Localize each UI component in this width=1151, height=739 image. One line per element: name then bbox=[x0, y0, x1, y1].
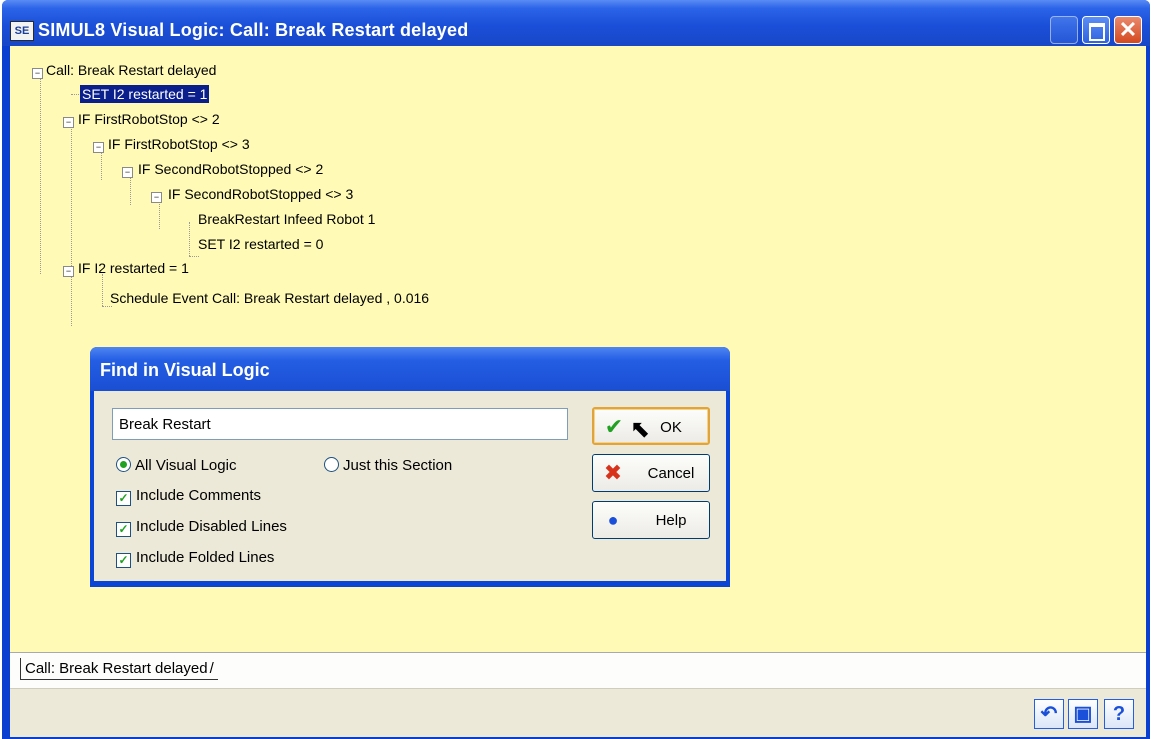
tree-connector bbox=[130, 175, 131, 205]
help-icon[interactable]: ? bbox=[1104, 699, 1134, 729]
info-icon: ● bbox=[607, 510, 619, 530]
tree-connector bbox=[101, 150, 102, 180]
checkmark-icon: ✓ bbox=[116, 522, 131, 537]
help-button[interactable]: ● Help bbox=[592, 501, 710, 539]
collapse-toggle[interactable]: − bbox=[63, 117, 74, 128]
include-folded-checkbox[interactable]: ✓ Include Folded Lines bbox=[116, 549, 274, 568]
ok-button[interactable]: ✔ ⬉ OK bbox=[592, 407, 710, 445]
radio-unselected-icon bbox=[324, 457, 339, 472]
tree-line[interactable]: Schedule Event Call: Break Restart delay… bbox=[108, 290, 431, 306]
title-bar[interactable]: SE SIMUL8 Visual Logic: Call: Break Rest… bbox=[2, 0, 1150, 46]
tree-line[interactable]: IF I2 restarted = 1 bbox=[76, 260, 191, 276]
collapse-toggle[interactable]: − bbox=[122, 167, 133, 178]
tree-line[interactable]: IF SecondRobotStopped <> 3 bbox=[166, 186, 355, 202]
scope-section-radio[interactable]: Just this Section bbox=[324, 457, 452, 474]
tree-line[interactable]: SET I2 restarted = 0 bbox=[196, 236, 325, 252]
tree-line[interactable]: BreakRestart Infeed Robot 1 bbox=[196, 211, 377, 227]
tree-connector bbox=[40, 74, 41, 274]
collapse-toggle[interactable]: − bbox=[63, 266, 74, 277]
image-tool-icon[interactable]: ▣ bbox=[1068, 699, 1098, 729]
section-tabs: Call: Break Restart delayed bbox=[10, 652, 1146, 689]
checkmark-icon: ✓ bbox=[116, 491, 131, 506]
scope-all-radio[interactable]: All Visual Logic bbox=[116, 457, 236, 474]
search-input[interactable] bbox=[112, 408, 568, 440]
radio-selected-icon bbox=[116, 457, 131, 472]
find-dialog: Find in Visual Logic All Visual Logic Ju… bbox=[90, 347, 730, 587]
dialog-body: All Visual Logic Just this Section ✓Incl… bbox=[94, 391, 726, 581]
bottom-toolbar: ↶ ▣ ? bbox=[10, 688, 1146, 737]
dialog-title-bar[interactable]: Find in Visual Logic bbox=[90, 347, 730, 391]
maximize-icon bbox=[1089, 23, 1105, 41]
include-disabled-checkbox[interactable]: ✓ Include Disabled Lines bbox=[116, 518, 287, 537]
include-comments-checkbox[interactable]: ✓ Include Comments bbox=[116, 487, 261, 506]
tree-line[interactable]: IF FirstRobotStop <> 2 bbox=[76, 111, 222, 127]
checkmark-icon: ✓ bbox=[116, 553, 131, 568]
tree-line[interactable]: IF SecondRobotStopped <> 2 bbox=[136, 161, 325, 177]
simul8-app-icon: SE bbox=[10, 21, 34, 41]
dialog-title: Find in Visual Logic bbox=[100, 360, 270, 380]
tree-connector bbox=[71, 126, 72, 326]
tree-connector bbox=[189, 256, 199, 257]
tree-connector bbox=[102, 274, 103, 306]
tree-connector bbox=[159, 199, 160, 229]
undo-icon[interactable]: ↶ bbox=[1034, 699, 1064, 729]
close-icon: ✕ bbox=[1118, 17, 1138, 42]
tree-line[interactable]: Call: Break Restart delayed bbox=[44, 62, 218, 78]
collapse-toggle[interactable]: − bbox=[32, 68, 43, 79]
collapse-toggle[interactable]: − bbox=[151, 192, 162, 203]
tree-line-selected[interactable]: SET I2 restarted = 1 bbox=[80, 85, 210, 103]
cancel-x-icon: ✖ bbox=[603, 460, 623, 485]
tree-line[interactable]: IF FirstRobotStop <> 3 bbox=[106, 136, 252, 152]
close-button[interactable]: ✕ bbox=[1114, 16, 1142, 44]
minimize-button[interactable] bbox=[1050, 16, 1078, 44]
window-title: SIMUL8 Visual Logic: Call: Break Restart… bbox=[38, 20, 469, 40]
cancel-button[interactable]: ✖ Cancel bbox=[592, 454, 710, 492]
tab-call-break-restart-delayed[interactable]: Call: Break Restart delayed bbox=[20, 658, 218, 680]
tree-connector bbox=[189, 222, 190, 256]
collapse-toggle[interactable]: − bbox=[93, 142, 104, 153]
maximize-button[interactable] bbox=[1082, 16, 1110, 44]
check-icon: ✔ bbox=[604, 414, 624, 439]
